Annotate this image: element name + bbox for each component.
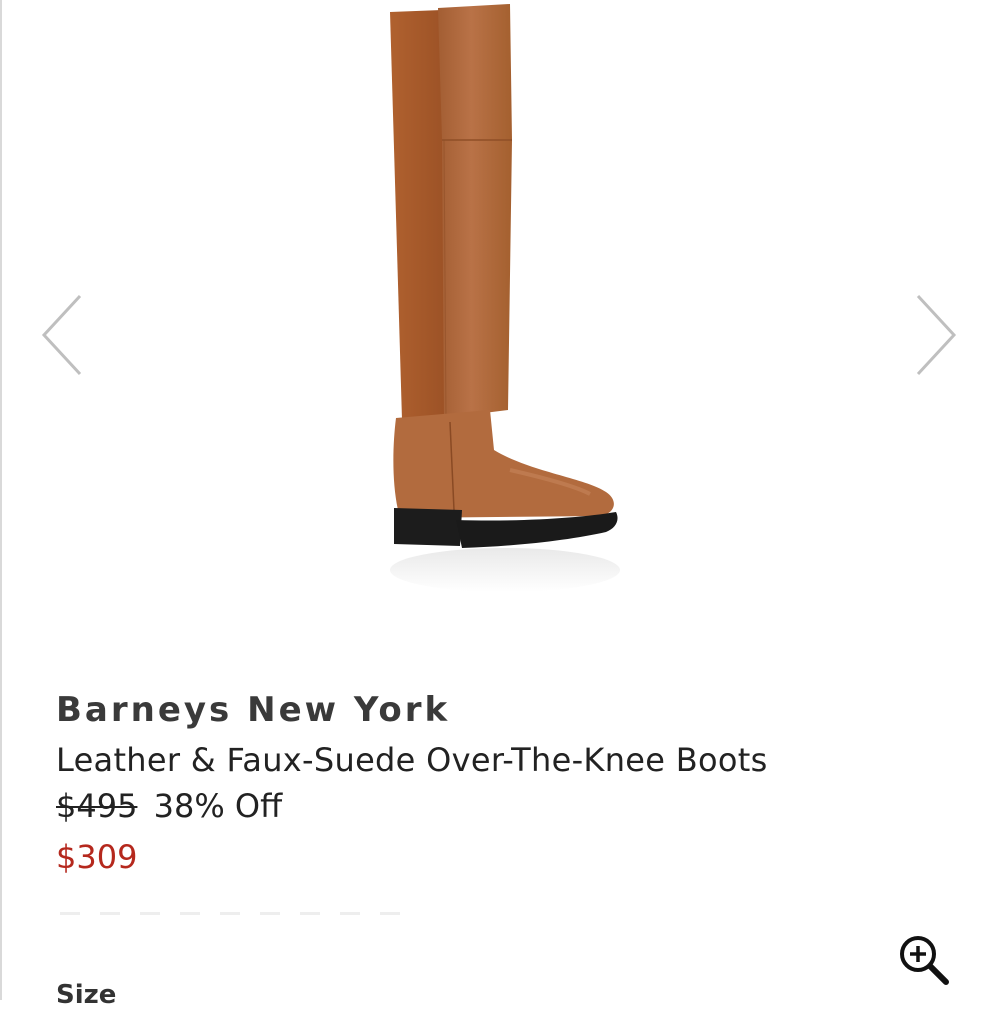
chevron-left-icon [41, 294, 82, 376]
product-brand[interactable]: Barneys New York [56, 690, 450, 730]
next-image-button[interactable] [912, 290, 962, 380]
boot-image [390, 4, 620, 592]
previous-image-button[interactable] [36, 290, 86, 380]
zoom-button[interactable] [896, 932, 952, 988]
original-price: $495 [56, 787, 138, 825]
product-image-carousel [0, 0, 1000, 640]
zoom-in-icon [900, 936, 949, 985]
price-row: $495 38% Off [56, 787, 282, 825]
product-image[interactable] [370, 0, 640, 620]
divider [60, 912, 410, 915]
discount-badge: 38% Off [153, 787, 283, 825]
sale-price: $309 [56, 838, 138, 876]
product-title: Leather & Faux-Suede Over-The-Knee Boots [56, 741, 768, 779]
size-label: Size [56, 980, 117, 1010]
chevron-right-icon [916, 294, 957, 376]
